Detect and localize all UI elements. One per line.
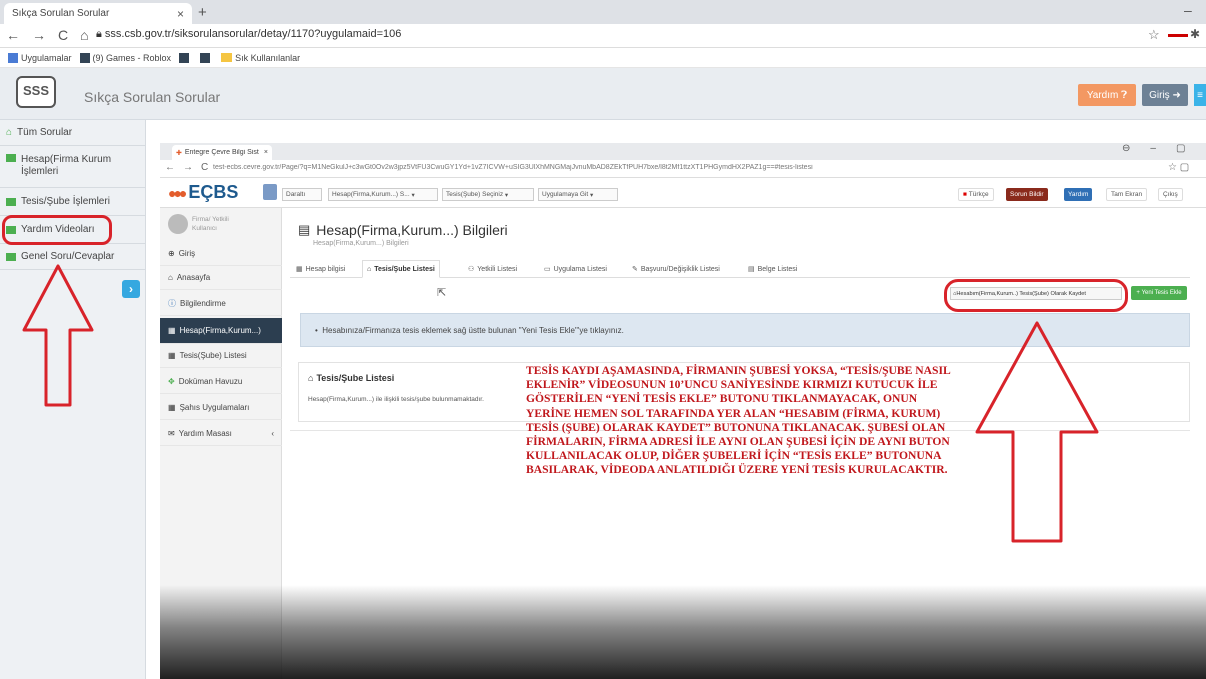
annotation-arrows xyxy=(22,264,1099,543)
arrow-up-icon-2 xyxy=(975,321,1099,543)
arrow-up-icon xyxy=(22,264,94,407)
